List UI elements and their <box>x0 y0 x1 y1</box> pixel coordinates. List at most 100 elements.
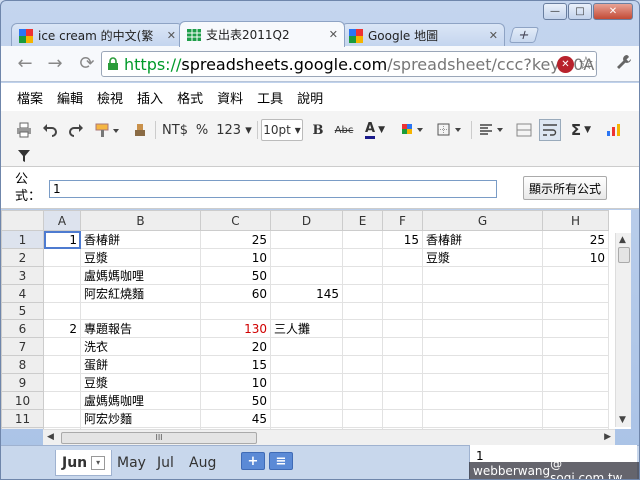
cell-c[interactable]: 15 <box>200 355 271 374</box>
cell-f[interactable] <box>382 373 423 392</box>
horizontal-scrollbar[interactable]: ◀ III ▶ <box>43 429 615 445</box>
cell-c[interactable]: 60 <box>200 284 271 303</box>
cell-b[interactable]: 盧媽媽咖哩 <box>80 391 201 410</box>
cell-d[interactable] <box>270 230 343 249</box>
print-icon[interactable] <box>13 119 35 141</box>
add-sheet-button[interactable]: + <box>241 452 265 470</box>
cell-c[interactable]: 50 <box>200 266 271 285</box>
vertical-scrollbar[interactable]: ▲ ▼ <box>615 233 631 427</box>
cell-c[interactable]: 25 <box>200 230 271 249</box>
menu-edit[interactable]: 編輯 <box>57 88 83 107</box>
format-paint-dropdown[interactable] <box>91 119 123 141</box>
cell-e[interactable] <box>342 337 383 356</box>
blocked-content-icon[interactable]: ✕ <box>557 56 574 73</box>
cell-a[interactable] <box>43 409 81 428</box>
cell-d[interactable]: 145 <box>270 284 343 303</box>
redo-icon[interactable] <box>65 119 87 141</box>
menu-data[interactable]: 資料 <box>217 88 243 107</box>
sheet-tab-may[interactable]: May <box>111 450 152 476</box>
cell-f[interactable] <box>382 337 423 356</box>
cell-h[interactable] <box>542 355 609 374</box>
cell-g[interactable] <box>422 302 543 320</box>
row-header[interactable]: 6 <box>1 319 44 338</box>
tab-close-icon[interactable]: ✕ <box>489 29 498 42</box>
cell-f[interactable] <box>382 319 423 338</box>
cell-f[interactable] <box>382 409 423 428</box>
column-header[interactable]: A <box>43 210 81 231</box>
cell-a[interactable] <box>43 266 81 285</box>
cell-h[interactable] <box>542 266 609 285</box>
menu-file[interactable]: 檔案 <box>17 88 43 107</box>
cell-e[interactable] <box>342 230 383 249</box>
cell-g[interactable] <box>422 319 543 338</box>
cell-g[interactable] <box>422 409 543 428</box>
row-header[interactable]: 5 <box>1 302 44 320</box>
maximize-button[interactable]: □ <box>568 3 592 20</box>
scroll-down-icon[interactable]: ▼ <box>619 415 626 425</box>
row-header[interactable]: 8 <box>1 355 44 374</box>
menu-format[interactable]: 格式 <box>177 88 203 107</box>
vertical-scroll-thumb[interactable] <box>618 247 630 263</box>
text-color-dropdown[interactable]: A ▼ <box>361 119 389 141</box>
cell-h[interactable]: 25 <box>542 230 609 249</box>
cell-b[interactable]: 洗衣 <box>80 337 201 356</box>
cell-b[interactable]: 阿宏炒麵 <box>80 409 201 428</box>
sheet-list-button[interactable]: ≡ <box>269 452 293 470</box>
bookmark-star-icon[interactable]: ☆ <box>578 53 594 74</box>
cell-c[interactable]: 130 <box>200 319 271 338</box>
forward-button[interactable]: → <box>43 53 67 74</box>
scroll-up-icon[interactable]: ▲ <box>619 235 626 245</box>
cell-b[interactable]: 香椿餅 <box>80 230 201 249</box>
borders-dropdown[interactable] <box>435 119 465 141</box>
cell-e[interactable] <box>342 373 383 392</box>
cell-e[interactable] <box>342 409 383 428</box>
cell-d[interactable] <box>270 302 343 320</box>
sum-dropdown[interactable]: Σ ▼ <box>567 119 595 141</box>
scroll-left-icon[interactable]: ◀ <box>47 432 54 442</box>
cell-e[interactable] <box>342 284 383 303</box>
select-all-corner[interactable] <box>1 210 44 231</box>
cell-g[interactable] <box>422 284 543 303</box>
cell-e[interactable] <box>342 319 383 338</box>
cell-c[interactable]: 45 <box>200 409 271 428</box>
cell-e[interactable] <box>342 248 383 267</box>
reload-button[interactable]: ⟳ <box>75 53 99 74</box>
sheet-tab-jul[interactable]: Jul <box>151 450 180 476</box>
cell-a[interactable] <box>43 355 81 374</box>
cell-h[interactable] <box>542 409 609 428</box>
formula-input[interactable] <box>49 180 497 198</box>
clear-format-icon[interactable] <box>129 119 151 141</box>
browser-tab-google-maps[interactable]: Google 地圖 ✕ <box>341 23 505 47</box>
new-tab-button[interactable]: + <box>508 27 540 43</box>
wrap-text-icon[interactable] <box>539 119 561 141</box>
cell-h[interactable] <box>542 284 609 303</box>
browser-tab-ice-cream[interactable]: ice cream 的中文(繁 ✕ <box>11 23 183 47</box>
cell-e[interactable] <box>342 391 383 410</box>
chart-icon[interactable] <box>603 119 625 141</box>
scroll-right-icon[interactable]: ▶ <box>604 432 611 442</box>
percent-format-button[interactable]: % <box>193 119 211 141</box>
cell-g[interactable] <box>422 266 543 285</box>
cell-d[interactable]: 三人攤 <box>270 319 343 338</box>
row-header[interactable]: 3 <box>1 266 44 285</box>
cell-c[interactable]: 10 <box>200 248 271 267</box>
cell-h[interactable] <box>542 391 609 410</box>
cell-b[interactable] <box>80 302 201 320</box>
cell-c[interactable]: 50 <box>200 391 271 410</box>
cell-d[interactable] <box>270 391 343 410</box>
sheet-tab-jun[interactable]: Jun ▾ <box>55 450 113 476</box>
cell-d[interactable] <box>270 355 343 374</box>
cell-a[interactable]: 2 <box>43 319 81 338</box>
cell-e[interactable] <box>342 302 383 320</box>
cell-d[interactable] <box>270 373 343 392</box>
cell-a[interactable] <box>43 248 81 267</box>
cell-a[interactable] <box>43 302 81 320</box>
cell-c[interactable] <box>200 302 271 320</box>
row-header[interactable]: 12 <box>1 427 44 429</box>
fill-color-dropdown[interactable] <box>399 119 427 141</box>
tab-close-icon[interactable]: ✕ <box>329 28 338 41</box>
undo-icon[interactable] <box>39 119 61 141</box>
row-header[interactable]: 10 <box>1 391 44 410</box>
cell-a[interactable] <box>43 373 81 392</box>
cell-a[interactable] <box>43 391 81 410</box>
